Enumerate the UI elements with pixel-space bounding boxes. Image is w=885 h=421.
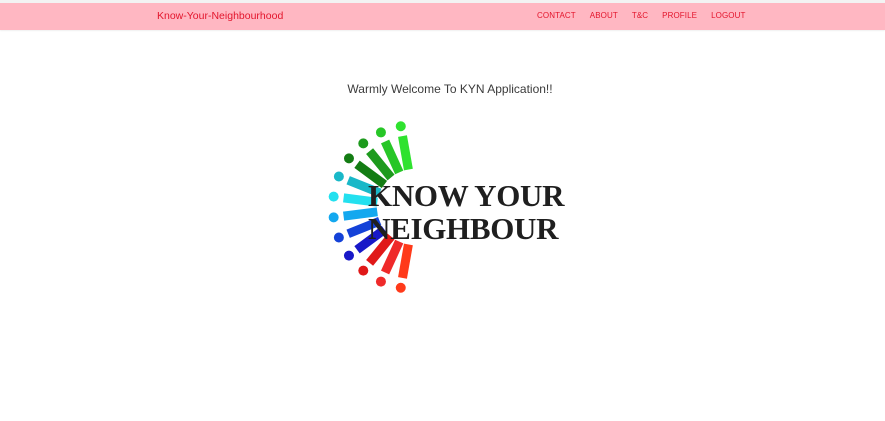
navbar: Know-Your-Neighbourhood CONTACT ABOUT T&…	[0, 3, 885, 30]
logo-person-body	[398, 135, 413, 171]
nav-logout-link[interactable]: LOGOUT	[711, 11, 745, 20]
nav-terms-link[interactable]: T&C	[632, 11, 648, 20]
welcome-message: Warmly Welcome To KYN Application!!	[347, 82, 553, 96]
logo-person-head	[333, 232, 344, 243]
nav-links: CONTACT ABOUT T&C PROFILE LOGOUT	[537, 11, 759, 20]
logo-person-head	[375, 127, 386, 138]
logo-person-head	[328, 212, 339, 223]
brand-link[interactable]: Know-Your-Neighbourhood	[157, 10, 283, 22]
nav-about-link[interactable]: ABOUT	[590, 11, 618, 20]
logo-person-head	[328, 191, 339, 202]
logo-person-head	[343, 250, 354, 261]
page: Know-Your-Neighbourhood CONTACT ABOUT T&…	[0, 0, 885, 421]
logo-text-line-1: KNOW YOUR	[368, 178, 565, 213]
logo-person-head	[343, 153, 354, 164]
logo-person-head	[333, 171, 344, 182]
logo-person-head	[395, 282, 406, 293]
nav-profile-link[interactable]: PROFILE	[662, 11, 697, 20]
logo-person-head	[358, 265, 369, 276]
logo-person-head	[395, 121, 406, 132]
logo-person-body	[398, 243, 413, 279]
logo-text-line-2: NEIGHBOUR	[368, 211, 559, 246]
logo-person-head	[375, 276, 386, 287]
logo-person-head	[358, 138, 369, 149]
nav-contact-link[interactable]: CONTACT	[537, 11, 576, 20]
